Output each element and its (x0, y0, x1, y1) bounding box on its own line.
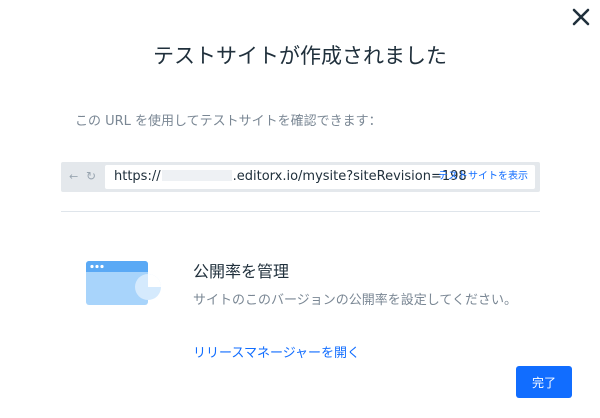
close-icon (572, 8, 590, 26)
dialog-description: この URL を使用してテストサイトを確認できます： (75, 114, 382, 129)
divider (61, 211, 540, 212)
browser-preview: ← ↻ https:// .editorx.io/mysite?siteRevis… (61, 162, 540, 192)
section-description: サイトのこのバージョンの公開率を設定してください。 (193, 293, 517, 308)
view-test-site-link[interactable]: テストサイトを表示 (438, 171, 528, 183)
url-field: https:// .editorx.io/mysite?siteRevision=… (105, 165, 535, 189)
dialog-title: テストサイトが作成されました (153, 44, 447, 68)
close-button[interactable] (570, 6, 592, 28)
release-manager-link[interactable]: リリースマネージャーを開く (193, 342, 360, 361)
url-prefix: https:// (114, 169, 161, 184)
browser-pie-chart-icon (86, 261, 162, 309)
back-arrow-icon: ← (69, 170, 79, 183)
url-text: https:// .editorx.io/mysite?siteRevision=… (114, 169, 467, 185)
done-button[interactable]: 完了 (516, 366, 572, 398)
refresh-icon: ↻ (86, 169, 97, 183)
url-suffix: .editorx.io/mysite?siteRevision=198 (232, 169, 467, 184)
section-title: 公開率を管理 (193, 262, 290, 281)
redacted-username (161, 170, 232, 181)
